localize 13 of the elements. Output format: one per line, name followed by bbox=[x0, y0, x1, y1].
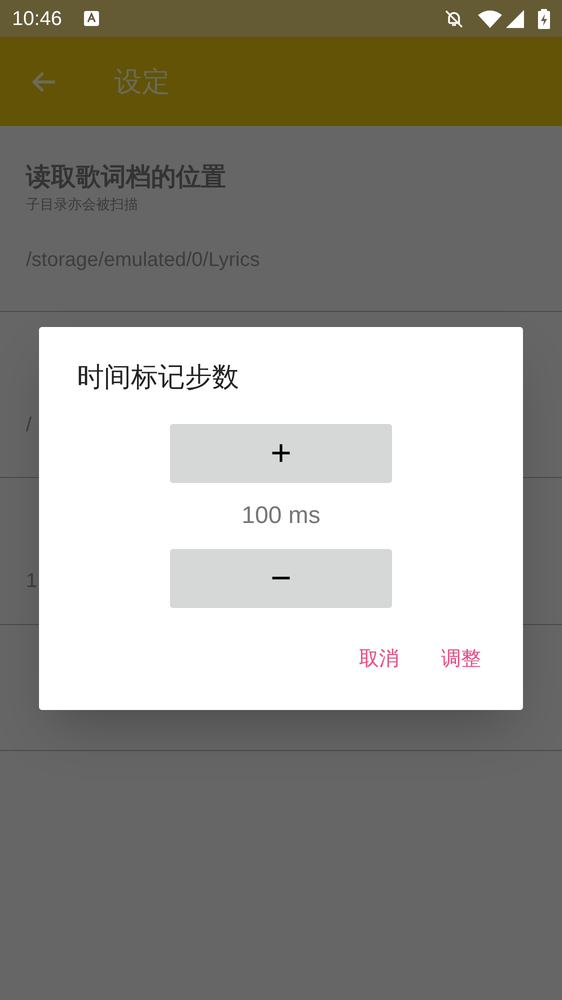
step-reading: 100 ms bbox=[242, 500, 320, 530]
status-time: 10:46 bbox=[12, 6, 62, 32]
app-bar-title: 设定 bbox=[114, 64, 170, 98]
dialog-title: 时间标记步数 bbox=[77, 361, 240, 394]
keyboard-icon bbox=[84, 11, 100, 26]
back-arrow-icon bbox=[31, 70, 57, 94]
battery-icon bbox=[538, 8, 550, 28]
setting-value: / bbox=[26, 412, 32, 438]
decrement-button[interactable]: − bbox=[170, 548, 392, 608]
increment-button[interactable]: + bbox=[170, 424, 392, 482]
wifi-icon bbox=[478, 10, 502, 28]
bell-off-icon bbox=[444, 8, 464, 28]
signal-icon bbox=[506, 10, 524, 28]
